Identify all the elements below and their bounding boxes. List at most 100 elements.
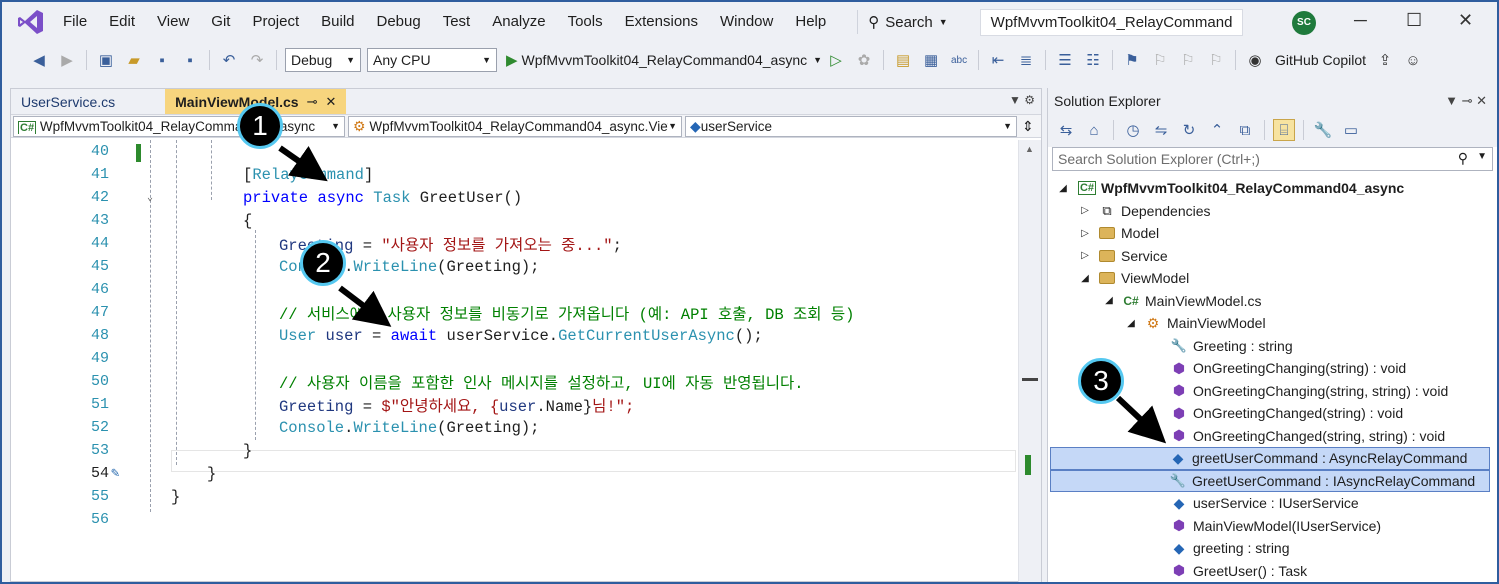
expanded-arrow-icon[interactable]: ◢: [1124, 318, 1138, 329]
save-icon[interactable]: ▪: [151, 49, 173, 71]
scroll-up-icon[interactable]: ▲: [1025, 144, 1034, 154]
properties-icon[interactable]: 🔧: [1312, 119, 1334, 141]
forward-icon[interactable]: ▶: [56, 49, 78, 71]
show-all-files-icon[interactable]: ⧉: [1234, 119, 1256, 141]
new-item-icon[interactable]: ▣: [95, 49, 117, 71]
code-line: [RelayCommand]: [243, 165, 374, 184]
menu-git[interactable]: Git: [200, 2, 241, 42]
menu-test[interactable]: Test: [432, 2, 482, 42]
format-icon[interactable]: ≣: [1015, 49, 1037, 71]
filter-icon[interactable]: ⌸: [1273, 119, 1295, 141]
tree-node-model-folder[interactable]: ▷ Model: [1078, 222, 1497, 245]
panel-controls[interactable]: ▼ ⊸ ✕: [1445, 93, 1487, 109]
split-icon[interactable]: ⇕: [1022, 118, 1034, 135]
hot-reload-icon[interactable]: ✿: [853, 49, 875, 71]
back-icon[interactable]: ◀: [28, 49, 50, 71]
redo-icon[interactable]: ↷: [246, 49, 268, 71]
menu-window[interactable]: Window: [709, 2, 784, 42]
menu-analyze[interactable]: Analyze: [481, 2, 556, 42]
share-icon[interactable]: ⇪: [1374, 49, 1396, 71]
platform-select[interactable]: Any CPU ▼: [367, 48, 497, 72]
uncomment-icon[interactable]: ☷: [1082, 49, 1104, 71]
clear-bookmark-icon[interactable]: ⚐: [1205, 49, 1227, 71]
undo-icon[interactable]: ↶: [218, 49, 240, 71]
next-bookmark-icon[interactable]: ⚐: [1177, 49, 1199, 71]
expanded-arrow-icon[interactable]: ◢: [1102, 295, 1116, 306]
tree-node-method[interactable]: ⬢ OnGreetingChanged(string, string) : vo…: [1170, 425, 1497, 448]
tree-node-method[interactable]: ⬢ OnGreetingChanging(string, string) : v…: [1170, 380, 1497, 403]
close-tab-icon[interactable]: ✕: [326, 94, 337, 110]
menu-project[interactable]: Project: [241, 2, 310, 42]
tree-node-greeting-field[interactable]: ◆ greeting : string: [1170, 537, 1497, 560]
sync-icon[interactable]: ⇋: [1150, 119, 1172, 141]
quick-actions-icon[interactable]: ✎: [111, 465, 119, 482]
tree-label: OnGreetingChanged(string, string) : void: [1193, 427, 1446, 444]
tree-node-greetuser-method[interactable]: ⬢ GreetUser() : Task: [1170, 560, 1497, 583]
tab-userservice[interactable]: UserService.cs: [11, 89, 125, 114]
tree-node-method[interactable]: ⬢ OnGreetingChanging(string) : void: [1170, 357, 1497, 380]
tree-node-mainviewmodel-class[interactable]: ◢ ⚙ MainViewModel: [1124, 312, 1497, 335]
menu-edit[interactable]: Edit: [98, 2, 146, 42]
collapsed-arrow-icon[interactable]: ▷: [1078, 228, 1092, 239]
github-copilot-button[interactable]: GitHub Copilot: [1275, 52, 1366, 68]
vertical-scrollbar[interactable]: ▲: [1018, 140, 1041, 582]
menu-view[interactable]: View: [146, 2, 200, 42]
step-icon[interactable]: ⇤: [987, 49, 1009, 71]
code-area[interactable]: 40 41 [RelayCommand] 42 ⌄ private async …: [11, 140, 1016, 582]
search-icon: ⚲: [868, 14, 880, 31]
pin-icon[interactable]: ⊸: [307, 94, 318, 110]
feedback-icon[interactable]: ☺: [1402, 49, 1424, 71]
tree-node-mainviewmodel-cs[interactable]: ◢ C# MainViewModel.cs: [1102, 290, 1497, 313]
tab-options-icon[interactable]: ▼ ⚙: [1009, 93, 1035, 107]
menu-file[interactable]: File: [52, 2, 98, 42]
menu-tools[interactable]: Tools: [557, 2, 614, 42]
minimize-icon[interactable]: ─: [1354, 10, 1367, 31]
tree-node-method[interactable]: ⬢ OnGreetingChanged(string) : void: [1170, 402, 1497, 425]
close-icon[interactable]: ✕: [1458, 10, 1473, 31]
pending-changes-icon[interactable]: ◷: [1122, 119, 1144, 141]
type-dropdown[interactable]: ⚙ WpfMvvmToolkit04_RelayCommand04_async.…: [348, 115, 682, 137]
tree-label: userService : IUserService: [1193, 495, 1359, 512]
tree-node-greetusercommand-field[interactable]: ◆ greetUserCommand : AsyncRelayCommand: [1050, 447, 1490, 470]
comment-icon[interactable]: ☰: [1054, 49, 1076, 71]
save-all-icon[interactable]: ▪: [179, 49, 201, 71]
spell-check-icon[interactable]: abc: [948, 49, 970, 71]
menu-build[interactable]: Build: [310, 2, 365, 42]
search-button[interactable]: ⚲ Search ▼: [857, 10, 957, 34]
tree-node-viewmodel-folder[interactable]: ◢ ViewModel: [1078, 267, 1497, 290]
layout-icon[interactable]: ▦: [920, 49, 942, 71]
bookmark-icon[interactable]: ⚑: [1121, 49, 1143, 71]
project-dropdown[interactable]: C# WpfMvvmToolkit04_RelayCommand04_async…: [13, 115, 345, 137]
collapse-icon[interactable]: ⌄: [147, 192, 153, 204]
expanded-arrow-icon[interactable]: ◢: [1078, 273, 1092, 284]
collapsed-arrow-icon[interactable]: ▷: [1078, 205, 1092, 216]
menu-help[interactable]: Help: [784, 2, 837, 42]
preview-icon[interactable]: ▭: [1340, 119, 1362, 141]
expanded-arrow-icon[interactable]: ◢: [1056, 183, 1070, 194]
collapse-all-icon[interactable]: ⌃: [1206, 119, 1228, 141]
chevron-down-icon[interactable]: ▼: [1477, 151, 1487, 162]
avatar[interactable]: SC: [1292, 11, 1316, 35]
collapsed-arrow-icon[interactable]: ▷: [1078, 250, 1092, 261]
member-dropdown[interactable]: ◆userService ▼: [685, 115, 1017, 137]
switch-views-icon[interactable]: ⇆: [1055, 119, 1077, 141]
prev-bookmark-icon[interactable]: ⚐: [1149, 49, 1171, 71]
maximize-icon[interactable]: ☐: [1406, 10, 1422, 31]
tree-node-greetusercommand-property[interactable]: 🔧 GreetUserCommand : IAsyncRelayCommand: [1050, 469, 1490, 492]
start-debugging-button[interactable]: ▶ WpfMvvmToolkit04_RelayCommand04_async …: [506, 51, 822, 69]
tree-node-project[interactable]: ◢ C# WpfMvvmToolkit04_RelayCommand04_asy…: [1056, 177, 1496, 200]
tree-node-greeting-property[interactable]: 🔧 Greeting : string: [1170, 335, 1497, 358]
home-icon[interactable]: ⌂: [1083, 119, 1105, 141]
configuration-select[interactable]: Debug ▼: [285, 48, 361, 72]
tree-node-dependencies[interactable]: ▷ ⧉ Dependencies: [1078, 200, 1497, 223]
tree-node-constructor[interactable]: ⬢ MainViewModel(IUserService): [1170, 515, 1497, 538]
menu-debug[interactable]: Debug: [366, 2, 432, 42]
menu-extensions[interactable]: Extensions: [614, 2, 709, 42]
solution-search-input[interactable]: Search Solution Explorer (Ctrl+;) ⚲ ▼: [1052, 147, 1493, 171]
open-folder-icon[interactable]: ▰: [123, 49, 145, 71]
refresh-icon[interactable]: ↻: [1178, 119, 1200, 141]
start-without-debugging-icon[interactable]: ▷: [825, 49, 847, 71]
tree-node-service-folder[interactable]: ▷ Service: [1078, 245, 1497, 268]
browse-icon[interactable]: ▤: [892, 49, 914, 71]
tree-node-userservice-field[interactable]: ◆ userService : IUserService: [1170, 492, 1497, 515]
